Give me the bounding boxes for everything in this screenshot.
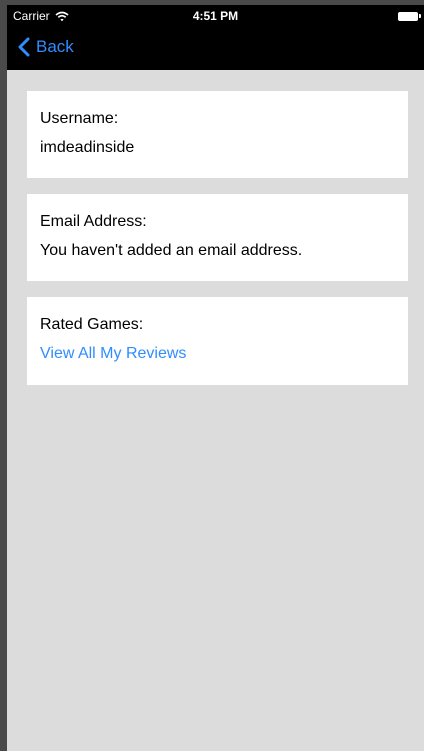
- email-label: Email Address:: [40, 213, 147, 230]
- view-all-reviews-link[interactable]: View All My Reviews: [40, 345, 186, 363]
- back-label: Back: [36, 37, 74, 56]
- battery-icon: [398, 11, 422, 21]
- username-card: Username: imdeadinside: [27, 91, 408, 178]
- username-value: imdeadinside: [40, 139, 135, 156]
- email-card: Email Address: You haven't added an emai…: [27, 194, 408, 281]
- rated-games-card: Rated Games: View All My Reviews: [27, 297, 408, 385]
- chevron-left-icon: [17, 37, 30, 57]
- username-label: Username:: [40, 110, 119, 127]
- rated-games-label: Rated Games:: [40, 316, 144, 333]
- navigation-bar: Carrier 4:51 PM Back: [7, 5, 424, 70]
- email-value: You haven't added an email address.: [40, 242, 303, 259]
- status-time: 4:51 PM: [192, 9, 239, 23]
- app-screen: Carrier 4:51 PM Back Username: imdeadins…: [7, 5, 424, 751]
- back-button[interactable]: Back: [17, 37, 74, 57]
